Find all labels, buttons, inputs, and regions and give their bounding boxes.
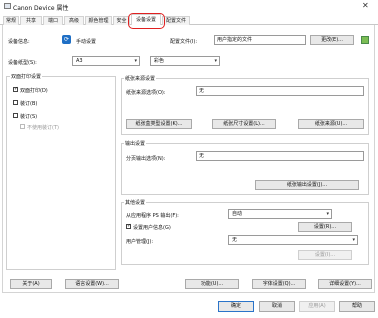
tab-sharing[interactable]: 共享 — [20, 16, 42, 25]
user-management-value: 无 — [232, 237, 238, 243]
ps-output-value: 自动 — [232, 211, 243, 217]
ps-output-label: 从应用程序 PS 输出(F): — [126, 213, 179, 219]
tab-general[interactable]: 常规 — [3, 16, 19, 25]
tab-bar: 常规 共享 端口 高级 颜色管理 安全 设备设置 配置文件 — [0, 14, 378, 25]
features-button[interactable]: 功能(U)... — [185, 279, 239, 289]
output-label: 分页输出选项(N): — [126, 156, 166, 162]
help-button[interactable]: 帮助 — [339, 301, 375, 312]
manual-setting-text: 手动设置 — [76, 39, 97, 45]
config-icon[interactable] — [361, 36, 369, 44]
ok-button[interactable]: 确定 — [218, 301, 254, 312]
apply-button: 应用(A) — [299, 301, 335, 312]
color-value: 彩色 — [154, 58, 165, 64]
font-settings-button[interactable]: 字体设置(Q)... — [252, 279, 306, 289]
user-management-select[interactable]: 无 ▾ — [228, 235, 358, 245]
user-info-settings-button[interactable]: 设置(R)... — [298, 222, 352, 232]
staple-checkbox[interactable] — [13, 113, 18, 118]
cancel-button[interactable]: 取消 — [259, 301, 295, 312]
device-size-label: 设备纸型(S): — [8, 60, 37, 66]
binding-label: 装订(B) — [20, 101, 38, 107]
paper-source-button[interactable]: 纸张来源(U)... — [298, 119, 364, 129]
binding-checkbox[interactable] — [13, 100, 18, 105]
paper-source-field[interactable]: 无 — [196, 86, 364, 96]
language-settings-button[interactable]: 语言设置(W)... — [65, 279, 119, 289]
duplex-group-title: 双面打印设置 — [10, 73, 43, 80]
config-file-field[interactable]: 用户指定的文件 — [214, 35, 306, 45]
highlight-box — [128, 13, 165, 29]
printer-icon — [4, 3, 11, 9]
user-management-settings-button: 设置(I)... — [298, 250, 352, 260]
paper-source-label: 纸张来源选项(O): — [126, 90, 166, 96]
paper-source-title: 纸张来源设置 — [124, 75, 157, 82]
ps-output-select[interactable]: 自动 ▾ — [228, 209, 332, 219]
output-field[interactable]: 无 — [196, 151, 364, 161]
tab-profile[interactable]: 配置文件 — [162, 16, 190, 25]
chevron-down-icon: ▾ — [214, 58, 217, 64]
staple-label: 装订(S) — [20, 114, 38, 120]
about-button[interactable]: 关于(A) — [10, 279, 52, 289]
duplex-checkbox[interactable] — [13, 86, 18, 92]
config-file-label: 配置文件(I): — [170, 39, 198, 45]
tab-color-management[interactable]: 颜色管理 — [85, 16, 112, 25]
device-info-label: 设备信息: — [8, 39, 30, 45]
change-button[interactable]: 更改(E)... — [310, 35, 354, 45]
paper-output-button[interactable]: 纸张输出设置(J)... — [255, 180, 359, 190]
window-title: Canon Device 属性 — [13, 5, 69, 12]
chevron-down-icon: ▾ — [352, 237, 355, 243]
device-size-value: A3 — [76, 58, 83, 64]
device-size-select[interactable]: A3 ▾ — [72, 56, 140, 66]
sync-icon: ⟳ — [62, 35, 71, 44]
other-title: 其他设置 — [124, 199, 147, 206]
user-info-checkbox[interactable] — [126, 223, 131, 229]
tab-advanced[interactable]: 高级 — [64, 16, 84, 25]
duplex-label: 双面打印(D) — [20, 88, 48, 94]
user-info-label: 设置用户信息(G) — [133, 225, 171, 231]
paper-tray-type-button[interactable]: 纸张盒类型设置(K)... — [126, 119, 192, 129]
user-management-label: 用户管理(J): — [126, 239, 154, 245]
no-staple-label: 不使用装订(T) — [27, 125, 59, 131]
close-icon[interactable]: ✕ — [362, 1, 369, 10]
tab-ports[interactable]: 端口 — [43, 16, 63, 25]
detailed-settings-button[interactable]: 详细设置(Y)... — [318, 279, 372, 289]
chevron-down-icon: ▾ — [326, 211, 329, 217]
chevron-down-icon: ▾ — [134, 58, 137, 64]
output-title: 输出设置 — [124, 140, 147, 147]
color-select[interactable]: 彩色 ▾ — [150, 56, 220, 66]
paper-size-button[interactable]: 纸张尺寸设置(L)... — [212, 119, 276, 129]
title-bar: Canon Device 属性 ✕ — [0, 0, 378, 12]
no-staple-checkbox — [20, 124, 25, 129]
